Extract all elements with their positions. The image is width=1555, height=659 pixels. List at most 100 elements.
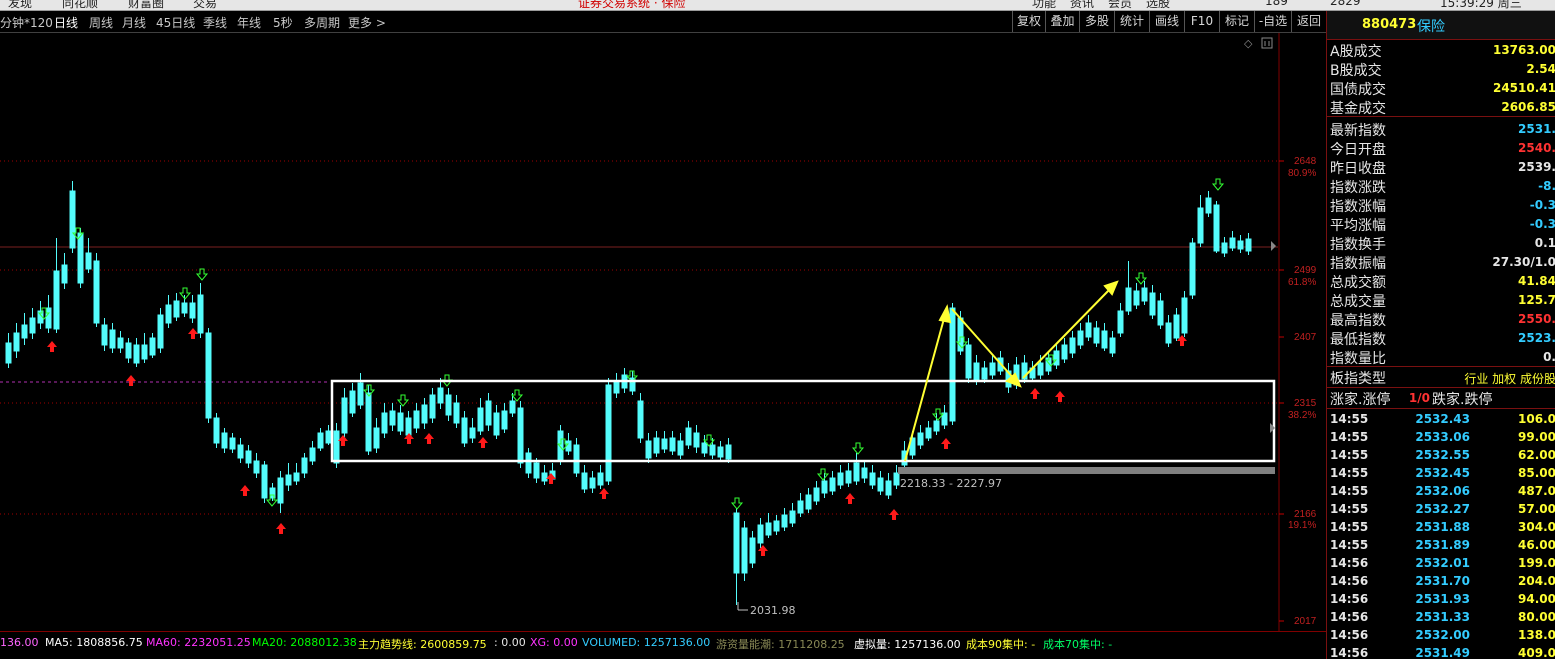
tick-p: 2531.89 (1415, 538, 1470, 552)
tick-q: 304.0 (1518, 520, 1555, 534)
price-label-2017: 2017 (1294, 616, 1317, 627)
stock-kline-window: { "topmenu": { "items": ["发现","同花顺","财富圈… (0, 0, 1555, 659)
clock: 15:39:29 周三 (1440, 0, 1522, 10)
tab-quarterly[interactable]: 季线 (203, 14, 227, 31)
mark-button[interactable]: 标记 (1219, 11, 1254, 32)
tick-p: 2531.70 (1415, 574, 1470, 588)
candle-body (645, 440, 652, 459)
statistics-button[interactable]: 统计 (1114, 11, 1149, 32)
candle-body (1077, 330, 1084, 346)
adjust-button[interactable]: 复权 (1012, 11, 1045, 32)
candle-body (821, 480, 828, 494)
tab-45day[interactable]: 45日线 (156, 14, 195, 31)
tab-monthly[interactable]: 月线 (122, 14, 146, 31)
candle-body (717, 446, 724, 458)
pct-label-19: 19.1% (1288, 520, 1316, 531)
candle-body (1117, 310, 1124, 334)
candle-body (1037, 362, 1044, 376)
tick-t: 14:55 (1330, 484, 1369, 498)
tick-row: 14:55 2532.06 487.0 (1327, 484, 1555, 502)
indicator-bar: 136.00 MA5: 1808856.75 MA60: 2232051.25 … (0, 631, 1326, 659)
candle-body (453, 402, 460, 424)
candle-body (1109, 337, 1116, 354)
tick-q: 80.00 (1518, 610, 1555, 624)
consolidation-box (330, 379, 1276, 463)
candle-body (189, 302, 196, 319)
multi-stock-button[interactable]: 多股 (1079, 11, 1114, 32)
candle-body (741, 527, 748, 574)
low-annotation: 2031.98 (750, 604, 796, 617)
menu-item-function[interactable]: 功能 (1032, 0, 1056, 10)
candle-body (421, 404, 428, 424)
back-button[interactable]: 返回 (1291, 11, 1326, 32)
menu-item-news[interactable]: 资讯 (1070, 0, 1094, 10)
tick-q: 204.0 (1518, 574, 1555, 588)
quote-row: 指数量比 0. (1327, 348, 1555, 367)
tab-yearly[interactable]: 年线 (237, 14, 261, 31)
tick-row: 14:55 2532.43 106.0 (1327, 412, 1555, 430)
quote-label: 指数量比 (1330, 351, 1386, 367)
candle-body (77, 232, 84, 284)
tick-row: 14:56 2531.49 409.0 (1327, 646, 1555, 659)
kline-chart[interactable]: ◇ 2648 80.9% 2499 61.8% 2407 2315 38.2% … (0, 33, 1326, 631)
candle-body (485, 400, 492, 426)
menu-item-member[interactable]: 会员 (1108, 0, 1132, 10)
candle-body (781, 514, 788, 528)
candle-body (933, 420, 940, 432)
watchlist-button[interactable]: -自选 (1254, 11, 1291, 32)
tab-5sec[interactable]: 5秒 (273, 14, 293, 31)
candle-body (277, 477, 284, 504)
tab-weekly[interactable]: 周线 (89, 14, 113, 31)
quote-value: 0. (1543, 350, 1555, 364)
tick-q: 62.00 (1518, 448, 1555, 462)
draw-line-button[interactable]: 画线 (1149, 11, 1184, 32)
sell-signal-icon (851, 442, 865, 455)
tick-row: 14:55 2532.27 57.00 (1327, 502, 1555, 520)
candle-body (461, 417, 468, 444)
tick-p: 2532.06 (1415, 484, 1470, 498)
ind-virtual-vol: 虚拟量: 1257136.00 (854, 638, 961, 651)
price-label-2166: 2166 (1294, 509, 1317, 520)
board-type-row: 板指类型 行业 加权 成份股 (1330, 371, 1555, 387)
candle-body (1053, 350, 1060, 366)
overlay-button[interactable]: 叠加 (1045, 11, 1079, 32)
ind-ma60: MA60: 2232051.25 (146, 636, 251, 649)
menu-item-ths[interactable]: 同花顺 (62, 0, 98, 10)
quote-label: 指数涨跌 (1330, 180, 1386, 196)
menu-item-discover[interactable]: 发现 (8, 0, 32, 10)
candle-body (205, 332, 212, 419)
tick-q: 57.00 (1518, 502, 1555, 516)
f10-button[interactable]: F10 (1184, 11, 1219, 32)
quote-row: 最高指数 2550. (1327, 310, 1555, 329)
minute-period[interactable]: 分钟*120 (0, 14, 53, 31)
menu-item-fortune[interactable]: 财富圈 (128, 0, 164, 10)
candle-body (837, 472, 844, 486)
candle-body (965, 344, 972, 379)
candle-body (85, 252, 92, 270)
sell-signal-icon (396, 394, 410, 407)
menu-item-trade[interactable]: 交易 (193, 0, 217, 10)
quote-row: 昨日收盘 2539. (1327, 158, 1555, 177)
candle-body (149, 337, 156, 356)
tab-more[interactable]: 更多 > (348, 14, 386, 31)
quote-label: 今日开盘 (1330, 142, 1386, 158)
price-label-2315: 2315 (1294, 398, 1317, 409)
quote-value: 2550. (1518, 312, 1555, 326)
quote-row: 指数涨跌 -8. (1327, 177, 1555, 196)
tab-daily[interactable]: 日线 (54, 14, 78, 31)
tick-row: 14:55 2533.06 99.00 (1327, 430, 1555, 448)
tick-p: 2533.06 (1415, 430, 1470, 444)
candle-body (597, 472, 604, 486)
candle-body (885, 480, 892, 496)
candle-body (317, 432, 324, 449)
tick-t: 14:56 (1330, 628, 1369, 642)
tab-multi-period[interactable]: 多周期 (304, 14, 340, 31)
candle-body (29, 317, 36, 334)
menu-item-select[interactable]: 选股 (1146, 0, 1170, 10)
candle-body (693, 432, 700, 448)
candle-body (669, 437, 676, 452)
buy-signal-icon (941, 438, 951, 449)
candle-body (1189, 242, 1196, 296)
index-code: 880473 (1362, 17, 1417, 32)
tick-t: 14:56 (1330, 556, 1369, 570)
